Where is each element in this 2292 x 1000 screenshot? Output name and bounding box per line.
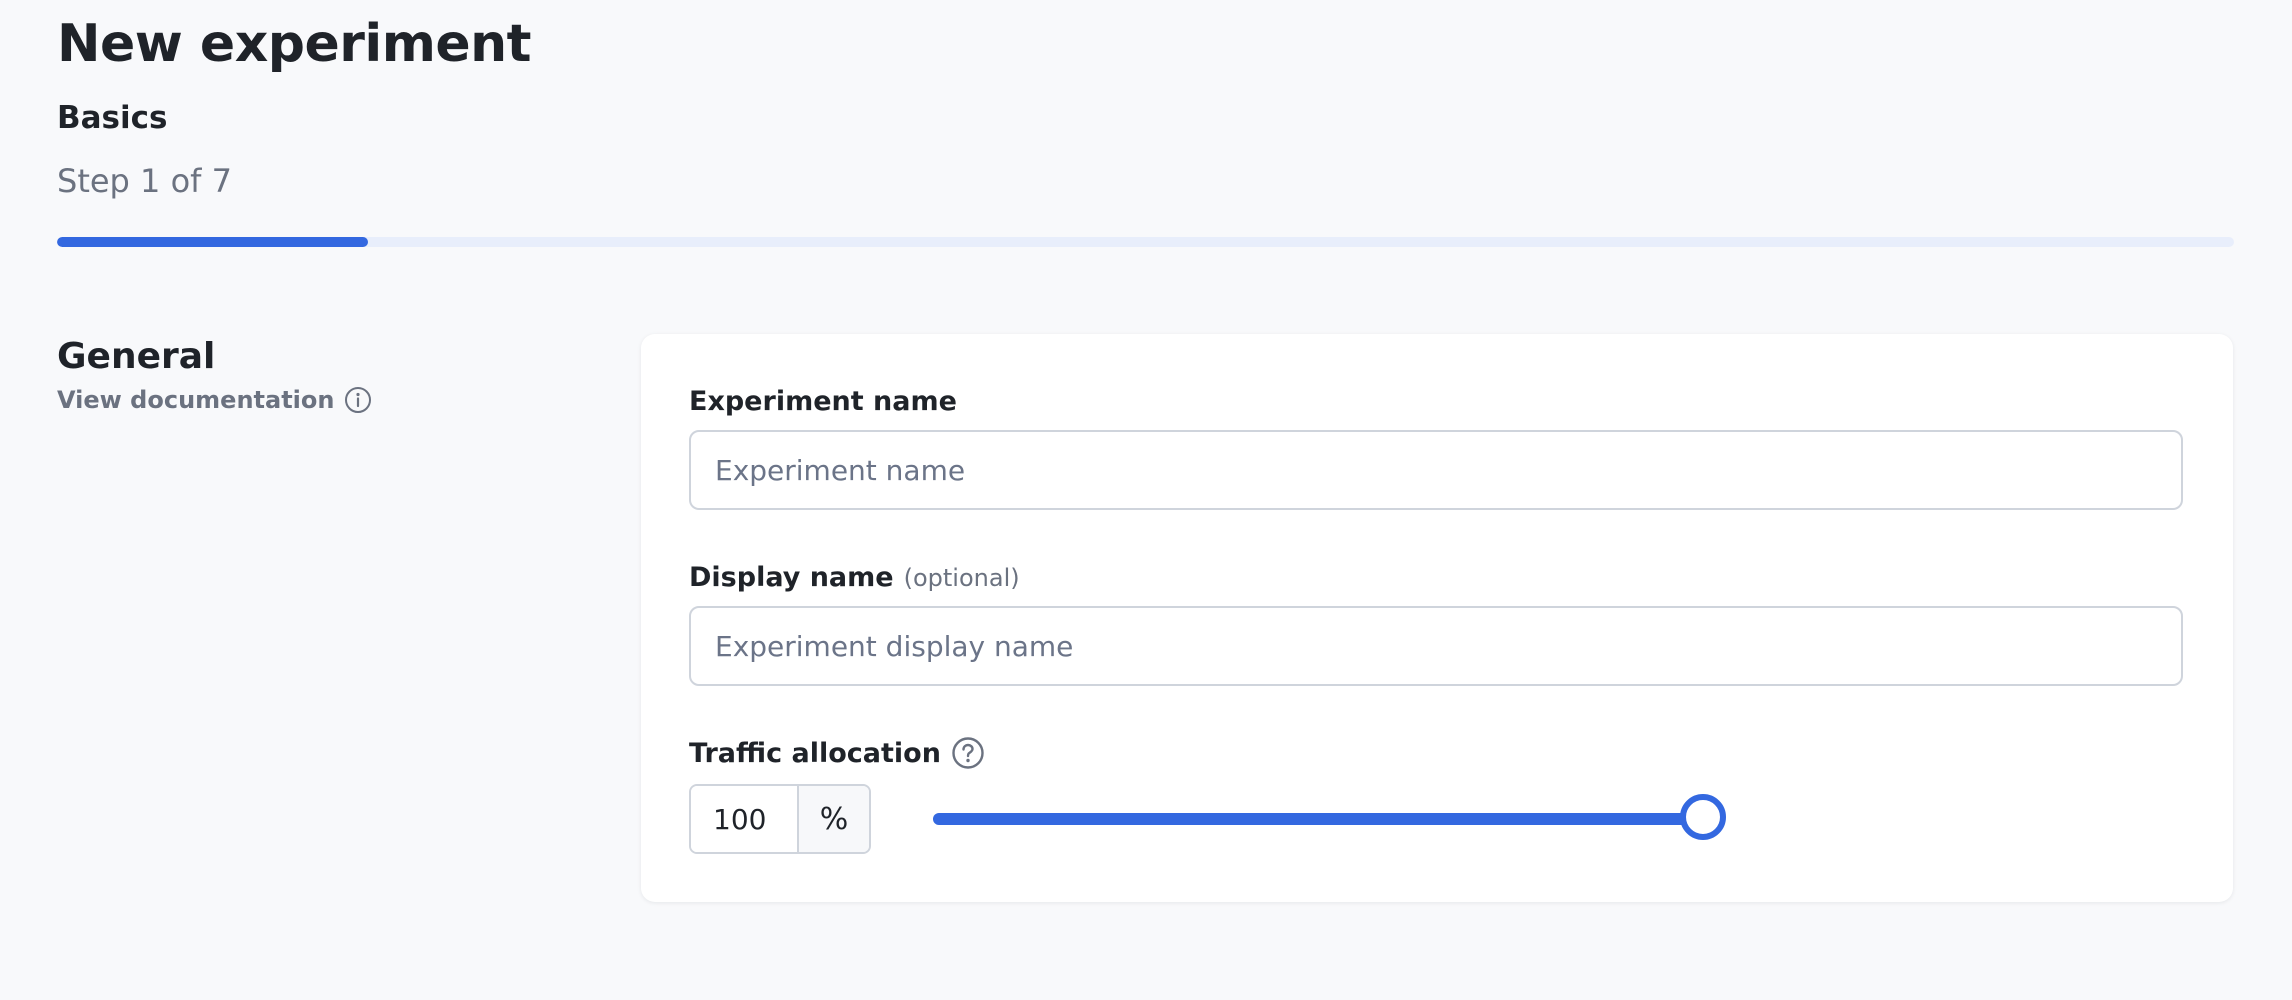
- percent-unit: %: [797, 786, 869, 852]
- step-progress-bar: [57, 237, 2234, 247]
- page-title: New experiment: [57, 14, 532, 74]
- traffic-allocation-label-text: Traffic allocation: [689, 737, 941, 769]
- slider-thumb[interactable]: [1680, 794, 1726, 840]
- slider-fill: [933, 813, 1703, 825]
- step-progress-fill: [57, 237, 368, 247]
- new-experiment-page: New experiment Basics Step 1 of 7 Genera…: [0, 0, 2292, 1000]
- experiment-name-input[interactable]: [689, 430, 2183, 510]
- traffic-allocation-slider[interactable]: [933, 794, 1726, 844]
- traffic-allocation-field: %: [689, 784, 871, 854]
- view-documentation-link[interactable]: View documentation: [57, 386, 372, 414]
- view-documentation-label: View documentation: [57, 386, 335, 414]
- display-name-label: Display name (optional): [689, 562, 1020, 593]
- step-counter: Step 1 of 7: [57, 162, 232, 200]
- traffic-allocation-input[interactable]: [691, 786, 797, 852]
- section-title: General: [57, 336, 216, 377]
- step-name: Basics: [57, 100, 168, 136]
- experiment-name-label-text: Experiment name: [689, 386, 957, 417]
- question-circle-icon[interactable]: [951, 736, 985, 770]
- optional-hint: (optional): [903, 563, 1020, 592]
- experiment-name-label: Experiment name: [689, 386, 957, 417]
- display-name-label-text: Display name: [689, 562, 894, 593]
- info-circle-icon: [344, 386, 372, 414]
- general-settings-card: Experiment name Display name (optional) …: [641, 334, 2233, 902]
- traffic-allocation-label: Traffic allocation: [689, 736, 985, 770]
- display-name-input[interactable]: [689, 606, 2183, 686]
